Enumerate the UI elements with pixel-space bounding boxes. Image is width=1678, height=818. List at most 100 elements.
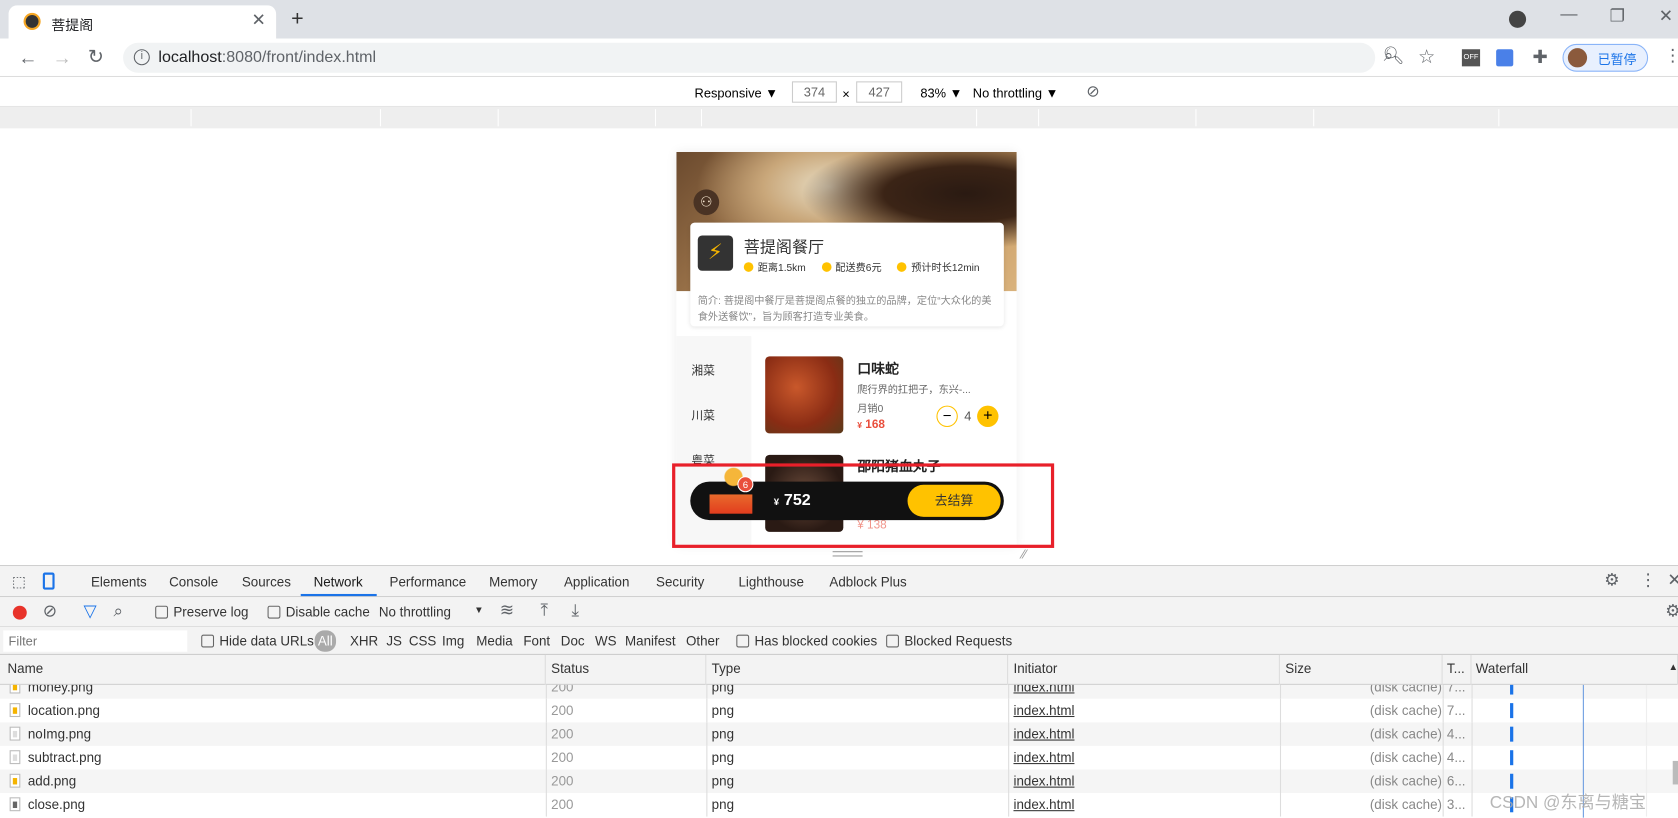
tab-network[interactable]: Network — [314, 575, 363, 590]
device-toggle-icon[interactable] — [42, 572, 55, 590]
bookmark-star-icon[interactable]: ☆ — [1418, 47, 1435, 66]
request-initiator[interactable]: index.html — [1013, 727, 1074, 742]
request-name[interactable]: noImg.png — [28, 727, 91, 742]
table-row[interactable]: money.png 200 png index.html (disk cache) 7..… — [0, 684, 1678, 699]
blocked-requests-checkbox[interactable]: Blocked Requests — [886, 634, 1012, 649]
media-query-bar[interactable] — [0, 107, 1678, 129]
category-item[interactable]: 湘菜 — [691, 362, 715, 379]
request-name[interactable]: subtract.png — [28, 750, 102, 765]
column-waterfall[interactable]: Waterfall ▲ — [1472, 654, 1678, 685]
network-settings-icon[interactable]: ⚙ — [1665, 603, 1678, 621]
throttle-dropdown[interactable]: No throttling ▼ — [973, 86, 1059, 101]
address-bar[interactable]: i localhost:8080/front/index.html ⌕ — [123, 42, 1393, 73]
filter-icon[interactable]: ▽ — [83, 603, 96, 621]
request-initiator[interactable]: index.html — [1013, 750, 1074, 765]
network-throttle-dropdown[interactable]: No throttling — [379, 605, 451, 620]
table-row[interactable]: noImg.png 200 png index.html (disk cache) 4..… — [0, 722, 1678, 746]
table-row[interactable]: add.png 200 png index.html (disk cache) 6... — [0, 769, 1678, 794]
request-name[interactable]: add.png — [28, 774, 76, 789]
tab-sources[interactable]: Sources — [242, 575, 291, 590]
subtract-button[interactable]: − — [936, 405, 958, 428]
column-time[interactable]: T... — [1443, 654, 1472, 685]
column-size[interactable]: Size — [1280, 654, 1443, 685]
reload-icon[interactable]: ↻ — [88, 47, 104, 66]
width-input[interactable]: 374 — [791, 81, 837, 103]
tab-console[interactable]: Console — [169, 575, 218, 590]
column-initiator[interactable]: Initiator — [1008, 654, 1280, 685]
minimize-icon[interactable]: — — [1560, 6, 1577, 23]
tab-performance[interactable]: Performance — [390, 575, 467, 590]
preserve-log-checkbox[interactable]: Preserve log — [155, 605, 248, 620]
settings-gear-icon[interactable]: ⚙ — [1604, 572, 1619, 590]
filter-doc[interactable]: Doc — [561, 634, 585, 649]
table-row[interactable]: location.png 200 png index.html (disk cache)… — [0, 698, 1678, 723]
tab-security[interactable]: Security — [656, 575, 704, 590]
resize-handle[interactable] — [832, 551, 863, 557]
close-devtools-icon[interactable]: ✕ — [1667, 572, 1678, 590]
filter-js[interactable]: JS — [386, 634, 402, 649]
hide-data-urls-checkbox[interactable]: Hide data URLs — [201, 634, 314, 649]
request-name[interactable]: close.png — [28, 797, 85, 812]
filter-css[interactable]: CSS — [409, 634, 437, 649]
rotate-icon[interactable]: ⊘ — [1086, 83, 1099, 99]
zoom-magnifier-icon[interactable]: 🔍︎ — [1383, 48, 1405, 65]
filter-other[interactable]: Other — [686, 634, 719, 649]
column-status[interactable]: Status — [546, 654, 707, 685]
responsive-dropdown[interactable]: Responsive ▼ — [695, 86, 778, 101]
request-initiator[interactable]: index.html — [1013, 685, 1074, 695]
export-har-icon[interactable]: ⤓ — [571, 602, 579, 620]
filter-manifest[interactable]: Manifest — [625, 634, 676, 649]
extension-off-icon[interactable]: OFF — [1461, 49, 1481, 67]
close-tab-icon[interactable]: ✕ — [251, 12, 265, 30]
column-type[interactable]: Type — [706, 654, 1009, 685]
back-icon[interactable]: ← — [18, 48, 37, 67]
tab-adblock-plus[interactable]: Adblock Plus — [829, 575, 906, 590]
browser-tab[interactable]: 菩提阁 ✕ — [8, 5, 277, 39]
blocked-cookies-checkbox[interactable]: Has blocked cookies — [736, 634, 877, 649]
user-icon[interactable]: ⚇ — [693, 189, 720, 216]
tab-elements[interactable]: Elements — [91, 575, 147, 590]
tab-memory[interactable]: Memory — [489, 575, 537, 590]
category-item[interactable]: 川菜 — [691, 407, 715, 424]
add-button[interactable]: + — [977, 405, 999, 428]
inspect-icon[interactable]: ⬚ — [12, 574, 26, 589]
translate-icon[interactable] — [1496, 49, 1514, 67]
filter-xhr[interactable]: XHR — [350, 634, 378, 649]
search-icon[interactable]: ⌕ — [113, 603, 123, 621]
filter-input[interactable] — [3, 630, 188, 652]
dish-image[interactable] — [765, 356, 844, 434]
request-name[interactable]: money.png — [28, 685, 93, 695]
zoom-dropdown[interactable]: 83% ▼ — [920, 86, 962, 101]
request-initiator[interactable]: index.html — [1013, 797, 1074, 812]
request-initiator[interactable]: index.html — [1013, 703, 1074, 718]
height-input[interactable]: 427 — [856, 81, 903, 103]
chevron-down-icon[interactable]: ▼ — [474, 605, 484, 616]
table-scrollbar[interactable] — [1672, 760, 1678, 785]
disable-cache-checkbox[interactable]: Disable cache — [267, 605, 370, 620]
tab-lighthouse[interactable]: Lighthouse — [738, 575, 803, 590]
close-window-icon[interactable]: ✕ — [1659, 8, 1673, 26]
tab-application[interactable]: Application — [564, 575, 629, 590]
column-name[interactable]: Name — [0, 654, 546, 685]
record-icon[interactable] — [12, 605, 27, 620]
table-row[interactable]: close.png 200 png index.html (disk cache) 3..… — [0, 793, 1678, 817]
filter-media[interactable]: Media — [476, 634, 512, 649]
devtools-menu-icon[interactable]: ⋮ — [1640, 572, 1657, 590]
menu-kebab-icon[interactable]: ⋮ — [1664, 48, 1678, 65]
table-row[interactable]: subtract.png 200 png index.html (disk cache)… — [0, 745, 1678, 770]
profile-button[interactable]: 已暂停 — [1562, 43, 1649, 72]
extensions-puzzle-icon[interactable]: ✚ — [1533, 48, 1548, 66]
filter-img[interactable]: Img — [442, 634, 464, 649]
new-tab-icon[interactable]: + — [291, 9, 304, 30]
sort-up-icon[interactable]: ▲ — [1668, 661, 1678, 672]
network-conditions-icon[interactable]: ≋ — [500, 602, 514, 620]
filter-font[interactable]: Font — [523, 634, 550, 649]
forward-icon[interactable]: → — [52, 48, 71, 67]
maximize-icon[interactable]: ❐ — [1610, 8, 1625, 26]
corner-resize-icon[interactable]: ⁄⁄ — [1022, 547, 1026, 562]
request-name[interactable]: location.png — [28, 703, 100, 718]
filter-ws[interactable]: WS — [595, 634, 617, 649]
clear-icon[interactable]: ⊘ — [43, 603, 57, 621]
import-har-icon[interactable]: ⤒ — [540, 602, 548, 620]
request-initiator[interactable]: index.html — [1013, 774, 1074, 789]
